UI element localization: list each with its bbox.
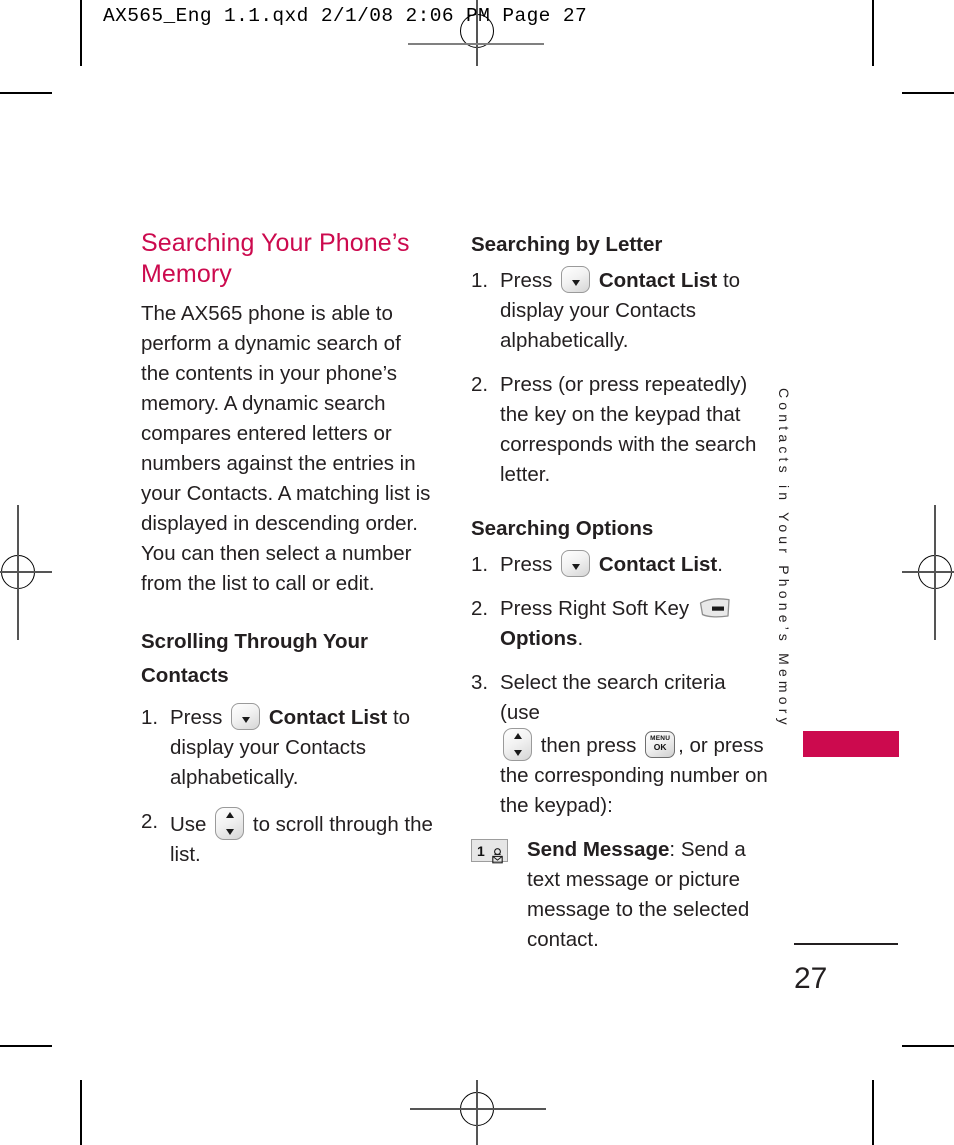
- step-text-mid: then press: [540, 734, 637, 757]
- intro-paragraph: The AX565 phone is able to perform a dyn…: [141, 302, 431, 595]
- page-title: Searching Your Phone’s Memory: [141, 229, 410, 288]
- list-item: 1. Press Contact List to display your Con…: [471, 266, 771, 356]
- slug-underline: [408, 43, 544, 45]
- left-column: Searching Your Phone’s Memory The AX565 …: [141, 228, 433, 884]
- step-text-post: .: [717, 553, 723, 576]
- contact-list-key-icon: [561, 266, 591, 293]
- side-tab-label: Contacts in Your Phone’s Memory: [776, 388, 792, 729]
- step-text-bold: Options: [500, 627, 578, 650]
- crop-mark-top-right-horizontal: [902, 92, 954, 94]
- step-text-pre: Use: [170, 813, 207, 836]
- step-number: 2.: [471, 373, 489, 396]
- registration-mark-bottom-hline: [410, 1108, 546, 1110]
- step-number: 1.: [471, 553, 489, 576]
- key-number-label: 1: [477, 843, 485, 859]
- crop-mark-top-right-vertical: [872, 0, 874, 66]
- crop-mark-top-left-vertical: [80, 0, 82, 66]
- right-soft-key-icon: [699, 597, 731, 620]
- registration-mark-bottom-vline: [476, 1080, 478, 1145]
- list-item: 2. Press (or press repeatedly) the key on…: [471, 370, 771, 490]
- key-1-send-message-icon: 1: [471, 839, 508, 864]
- crop-mark-bottom-left-vertical: [80, 1080, 82, 1145]
- registration-mark-left-hline: [0, 571, 52, 573]
- list-item: 3. Select the search criteria (use then p…: [471, 668, 771, 821]
- section-heading-searching-by-letter: Searching by Letter: [471, 233, 663, 256]
- crop-mark-bottom-right-vertical: [872, 1080, 874, 1145]
- section-heading-scrolling: Scrolling Through Your Contacts: [141, 630, 369, 687]
- step-text-pre: Select the search criteria (use: [500, 671, 726, 724]
- list-item: 2. Use to scroll through the list.: [141, 807, 433, 870]
- step-number: 2.: [471, 597, 489, 620]
- list-item: 1. Press Contact List.: [471, 550, 771, 580]
- step-text-bold: Contact List: [598, 269, 718, 292]
- step-text-bold: Contact List: [268, 706, 388, 729]
- steps-list-scrolling: 1. Press Contact List to display your Con…: [141, 703, 433, 870]
- folio-rule: [794, 943, 898, 945]
- step-text-pre: Press: [500, 269, 553, 292]
- step-number: 3.: [471, 671, 489, 694]
- right-column: Searching by Letter 1. Press Contact List…: [471, 228, 771, 955]
- definition-term: Send Message: [527, 838, 670, 861]
- step-number: 2.: [141, 810, 159, 833]
- steps-list-searching-options: 1. Press Contact List. 2. Press Right Soft…: [471, 550, 771, 821]
- registration-mark-right-hline: [902, 571, 954, 573]
- crop-mark-bottom-right-horizontal: [902, 1045, 954, 1047]
- step-text-post: to scroll through the list.: [170, 813, 433, 866]
- list-item: 1. Press Contact List to display your Con…: [141, 703, 433, 793]
- crop-mark-top-left-horizontal: [0, 92, 52, 94]
- crop-mark-bottom-left-horizontal: [0, 1045, 52, 1047]
- section-heading-searching-options: Searching Options: [471, 517, 654, 540]
- side-tab-marker: [803, 731, 899, 757]
- step-text-pre: Press Right Soft Key: [500, 597, 690, 620]
- step-number: 1.: [141, 706, 159, 729]
- definition-send-message: 1 Send Message: Send a text message or p…: [471, 835, 771, 955]
- step-text-pre: Press: [500, 553, 553, 576]
- contact-list-key-icon: [231, 703, 261, 730]
- step-text-bold: Contact List: [598, 553, 718, 576]
- step-text-post: .: [577, 627, 584, 650]
- page-number: 27: [794, 962, 828, 995]
- printed-page: AX565_Eng 1.1.qxd 2/1/08 2:06 PM Page 27…: [0, 0, 954, 1145]
- contact-list-key-icon: [561, 550, 591, 577]
- message-glyph-icon: [491, 843, 504, 873]
- up-down-navigation-key-icon: [503, 728, 532, 761]
- step-number: 1.: [471, 269, 489, 292]
- step-text-pre: Press (or press repeatedly) the key on t…: [500, 373, 757, 486]
- step-text-pre: Press: [170, 706, 223, 729]
- list-item: 2. Press Right Soft Key Options.: [471, 594, 771, 654]
- file-slug-line: AX565_Eng 1.1.qxd 2/1/08 2:06 PM Page 27: [103, 5, 588, 27]
- steps-list-searching-by-letter: 1. Press Contact List to display your Con…: [471, 266, 771, 490]
- menu-ok-key-icon: MENU OK: [645, 731, 676, 758]
- up-down-navigation-key-icon: [215, 807, 245, 840]
